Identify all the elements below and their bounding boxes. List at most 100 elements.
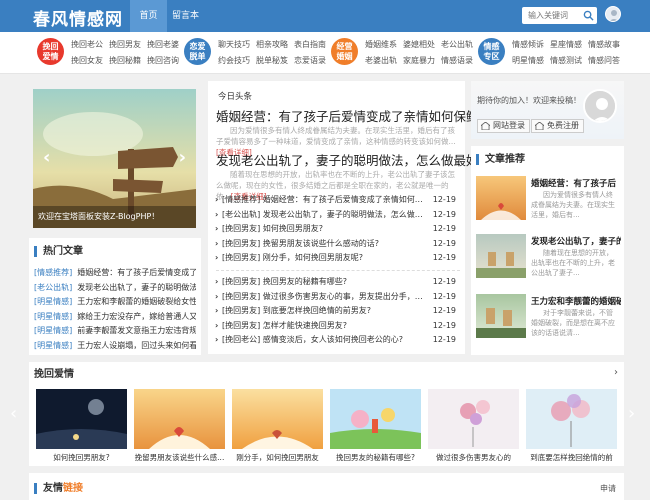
slider-next-icon[interactable]: › — [179, 147, 186, 168]
slider-prev-icon[interactable]: ‹ — [43, 147, 50, 168]
item-tag[interactable]: [明星情感] — [34, 341, 72, 350]
category-link[interactable]: 婚姻维系 — [365, 39, 403, 50]
category-link[interactable]: 挽回女友 — [71, 55, 109, 66]
category-link[interactable]: 明星情感 — [512, 55, 550, 66]
slider-caption[interactable]: 欢迎在宝塔面板安装Z-BlogPHP！ — [33, 206, 196, 228]
category-link[interactable]: 婆媳相处 — [403, 39, 441, 50]
list-item[interactable]: [明星情感] 王力宏人设崩塌，回过头来如何看待... — [34, 339, 196, 354]
category-link[interactable]: 情感故事 — [588, 39, 626, 50]
item-title[interactable]: 前妻李靓蕾发文意指王力宏违背规定... — [77, 326, 196, 335]
category-link[interactable]: 挽回咨询 — [147, 55, 185, 66]
category-link[interactable]: 家庭暴力 — [403, 55, 441, 66]
item-tag[interactable]: [明星情感] — [34, 297, 72, 306]
item-title[interactable]: 王力宏和李靓蕾的婚姻破裂给女性朋... — [77, 297, 196, 306]
list-item[interactable]: [挽回男友] 刚分手，如何挽回男朋友呢?12-19 — [215, 251, 462, 266]
gallery-item[interactable]: 如何挽回男朋友? — [36, 389, 127, 463]
category-link[interactable]: 挽回老婆 — [147, 39, 185, 50]
apply-link[interactable]: 申请 — [600, 483, 616, 494]
category-link[interactable]: 相亲攻略 — [256, 39, 294, 50]
more-arrow-icon[interactable]: › — [614, 367, 618, 378]
category-badge-dating[interactable]: 恋爱 脱单 — [184, 38, 211, 65]
list-item[interactable]: 婚姻经营：有了孩子后 因为爱情很多有情人终成眷属结为夫妻。在现实生活里，婚后有.… — [476, 176, 621, 226]
gallery-item[interactable]: 挽回男友的秘籍有哪些? — [330, 389, 421, 463]
gallery-image[interactable] — [134, 389, 225, 449]
gallery-image[interactable] — [330, 389, 421, 449]
login-button[interactable]: 网站登录 — [477, 119, 530, 133]
list-item[interactable]: [明星情感] 前妻李靓蕾发文意指王力宏违背规定... — [34, 324, 196, 339]
thumbnail[interactable] — [476, 234, 526, 278]
list-item[interactable]: [挽回老公] 感情变淡后，女人该如何挽回老公的心?12-19 — [215, 333, 462, 348]
gallery-item[interactable]: 挽留男朋友该说些什么感... — [134, 389, 225, 463]
list-item[interactable]: [明星情感] 嫁给王力宏没存产，嫁给普通人又不... — [34, 310, 196, 325]
category-link[interactable]: 表白指南 — [294, 39, 332, 50]
item-title[interactable]: 婚姻经营：有了孩子后爱情变成了亲... — [77, 268, 196, 277]
list-item[interactable]: 发现老公出轨了，妻子的 随着现在思想的开放，出轨率也在不断的上升，老公出轨了妻子… — [476, 234, 621, 284]
item-tag[interactable]: [明星情感] — [34, 312, 72, 321]
gallery-image[interactable] — [428, 389, 519, 449]
gallery-caption[interactable]: 挽回男友的秘籍有哪些? — [330, 452, 421, 463]
list-item[interactable]: [挽回男友] 怎样才能快速挽回男友?12-19 — [215, 319, 462, 334]
list-item[interactable]: [明星情感] 王力宏和李靓蕾的婚姻破裂给女性朋... — [34, 295, 196, 310]
gallery-item[interactable]: 到底要怎样挽回绝情的前 — [526, 389, 617, 463]
gallery-item[interactable]: 刚分手，如何挽回男朋友 — [232, 389, 323, 463]
item-title[interactable]: 嫁给王力宏没存产，嫁给普通人又不... — [77, 312, 196, 321]
search-icon[interactable] — [583, 10, 594, 21]
item-title[interactable]: 发现老公出轨了，妻子的 — [531, 235, 621, 247]
gallery-item[interactable]: 做过很多伤害男友心的 — [428, 389, 519, 463]
search-input[interactable] — [522, 7, 580, 24]
item-title[interactable]: 婚姻经营：有了孩子后 — [531, 177, 621, 189]
category-link[interactable]: 情感测试 — [550, 55, 588, 66]
gallery-caption[interactable]: 挽留男朋友该说些什么感... — [134, 452, 225, 463]
nav-guestbook[interactable]: 留言本 — [167, 0, 204, 32]
gallery-caption[interactable]: 到底要怎样挽回绝情的前 — [526, 452, 617, 463]
category-link[interactable]: 情感问答 — [588, 55, 626, 66]
category-link[interactable]: 约会技巧 — [218, 55, 256, 66]
list-item[interactable]: [挽回男友] 挽回男友的秘籍有哪些?12-19 — [215, 275, 462, 290]
gallery-prev-icon[interactable]: ‹ — [10, 403, 17, 424]
category-link[interactable]: 恋爱语录 — [294, 55, 332, 66]
category-link[interactable]: 情感语录 — [441, 55, 479, 66]
list-item[interactable]: [情感推荐] 婚姻经营：有了孩子后爱情变成了亲... — [34, 266, 196, 281]
user-avatar[interactable] — [605, 6, 621, 22]
category-link[interactable]: 挽回老公 — [71, 39, 109, 50]
gallery-caption[interactable]: 刚分手，如何挽回男朋友 — [232, 452, 323, 463]
gallery-image[interactable] — [232, 389, 323, 449]
list-item[interactable]: [情感推荐] 婚姻经营：有了孩子后爱情变成了亲情如何保鲜?12-19 — [215, 193, 462, 208]
list-item[interactable]: [挽回男友] 挽留男朋友该说些什么感动的话?12-19 — [215, 237, 462, 252]
item-tag[interactable]: [明星情感] — [34, 326, 72, 335]
category-link[interactable]: 情感倾诉 — [512, 39, 550, 50]
category-link[interactable]: 老公出轨 — [441, 39, 479, 50]
hero-slider[interactable]: ‹ › 欢迎在宝塔面板安装Z-BlogPHP！ — [33, 89, 196, 228]
gallery-image[interactable] — [526, 389, 617, 449]
item-title[interactable]: 发现老公出轨了，妻子的聪明做法，... — [77, 283, 196, 292]
category-badge-emotion[interactable]: 情感 专区 — [478, 38, 505, 65]
site-logo[interactable]: 春风情感网 — [33, 5, 123, 30]
list-item[interactable]: [老公出轨] 发现老公出轨了，妻子的聪明做法，怎么做最好?12-19 — [215, 208, 462, 223]
category-link[interactable]: 脱单秘笈 — [256, 55, 294, 66]
category-link[interactable]: 聊天技巧 — [218, 39, 256, 50]
list-item[interactable]: 王力宏和李靓蕾的婚姻破 对于李靓蕾来说，不管婚姻破裂，而是想在离不应该的话语说清… — [476, 294, 621, 344]
thumbnail[interactable] — [476, 294, 526, 338]
list-item[interactable]: [挽回男友] 到底要怎样挽回绝情的前男友?12-19 — [215, 304, 462, 319]
gallery-next-icon[interactable]: › — [628, 403, 635, 424]
thumbnail[interactable] — [476, 176, 526, 220]
category-link[interactable]: 星座情感 — [550, 39, 588, 50]
list-item[interactable]: [老公出轨] 发现老公出轨了，妻子的聪明做法，... — [34, 281, 196, 296]
category-badge-recover[interactable]: 挽回 爱情 — [37, 38, 64, 65]
headline-1[interactable]: 婚姻经营：有了孩子后爱情变成了亲情如何保鲜? — [216, 106, 485, 125]
gallery-image[interactable] — [36, 389, 127, 449]
item-title[interactable]: 王力宏人设崩塌，回过头来如何看待... — [77, 341, 196, 350]
item-title[interactable]: 王力宏和李靓蕾的婚姻破 — [531, 295, 621, 307]
register-button[interactable]: 免费注册 — [531, 119, 584, 133]
nav-home[interactable]: 首页 — [130, 0, 167, 32]
list-item[interactable]: [挽回男友] 如何挽回男朋友?12-19 — [215, 222, 462, 237]
item-tag[interactable]: [情感推荐] — [34, 268, 72, 277]
headline-2[interactable]: 发现老公出轨了，妻子的聪明做法，怎么做最好? — [216, 150, 485, 169]
gallery-caption[interactable]: 做过很多伤害男友心的 — [428, 452, 519, 463]
category-link[interactable]: 老婆出轨 — [365, 55, 403, 66]
item-tag[interactable]: [老公出轨] — [34, 283, 72, 292]
category-badge-marriage[interactable]: 经营 婚姻 — [331, 38, 358, 65]
gallery-caption[interactable]: 如何挽回男朋友? — [36, 452, 127, 463]
list-item[interactable]: [挽回男友] 做过很多伤害男友心的事，男友提出分手，我后...12-19 — [215, 290, 462, 305]
category-link[interactable]: 挽回秘籍 — [109, 55, 147, 66]
